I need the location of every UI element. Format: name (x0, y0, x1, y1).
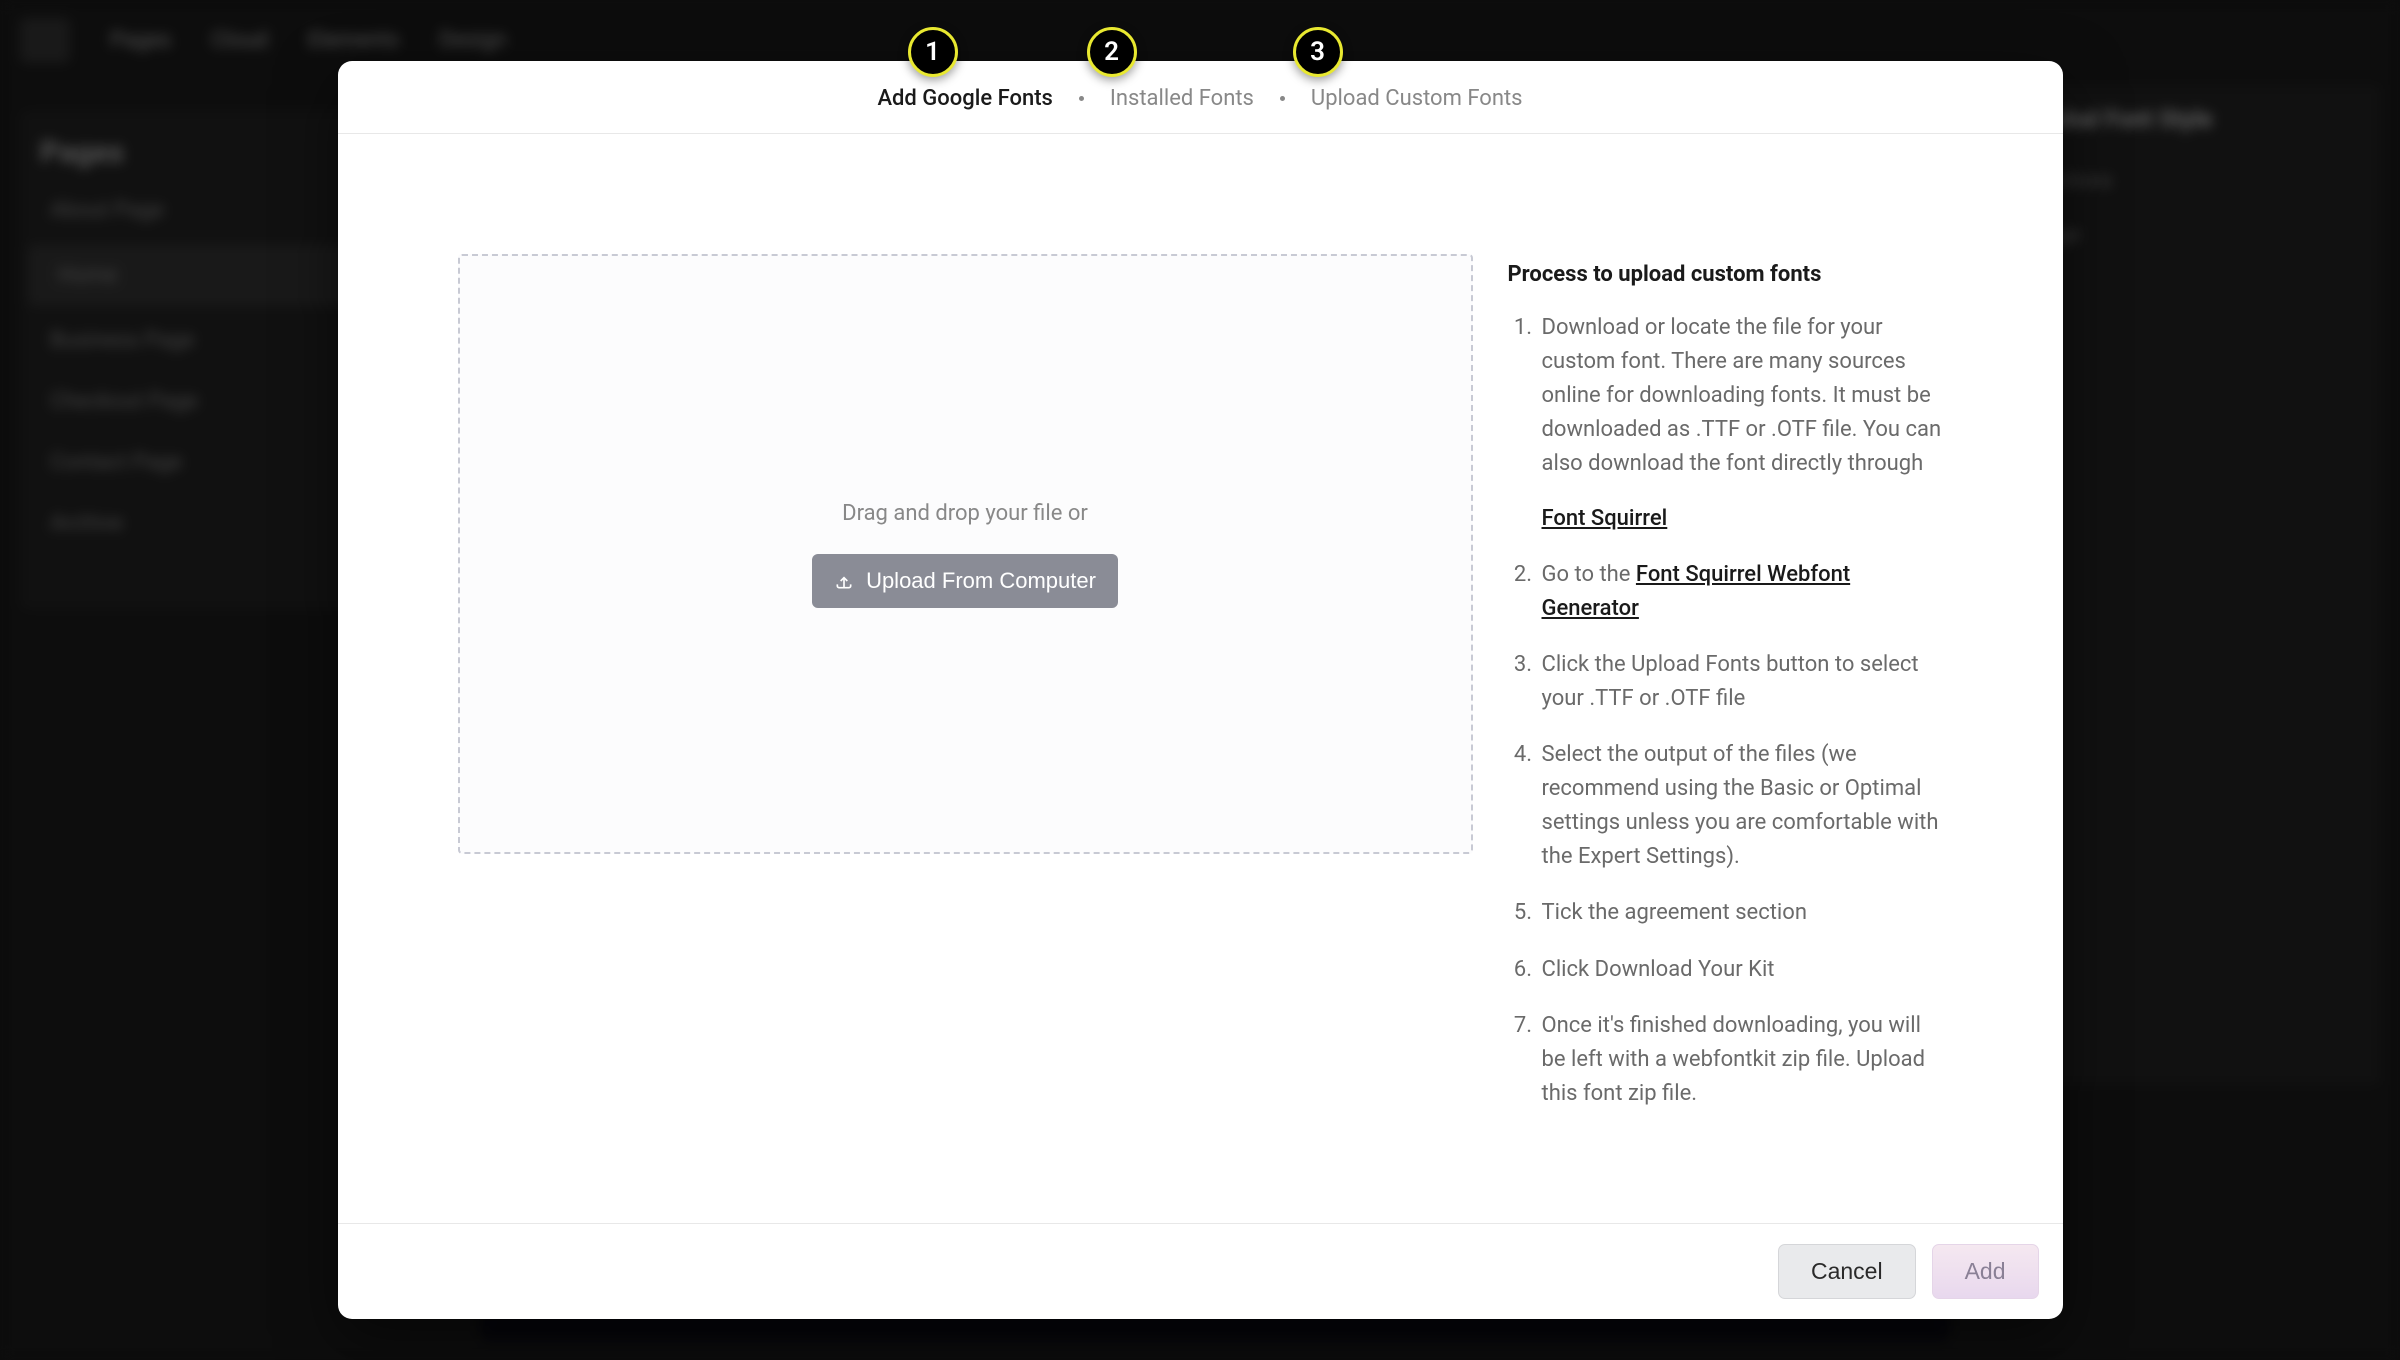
modal-overlay: 1 2 3 Add Google Fonts Installed Fonts U… (0, 0, 2400, 1360)
instruction-step-5: Tick the agreement section (1538, 896, 1943, 930)
tab-separator-dot (1079, 96, 1084, 101)
modal-footer: Cancel Add (338, 1223, 2063, 1319)
annotation-badge-2: 2 (1087, 27, 1137, 77)
upload-icon (834, 571, 854, 591)
instruction-step-3: Click the Upload Fonts button to select … (1538, 648, 1943, 716)
instruction-step-2: Go to the Font Squirrel Webfont Generato… (1538, 558, 1943, 626)
annotation-badge-3: 3 (1293, 27, 1343, 77)
add-button[interactable]: Add (1932, 1244, 2039, 1299)
instructions-title: Process to upload custom fonts (1508, 262, 1943, 287)
instruction-step-7: Once it's finished downloading, you will… (1538, 1009, 1943, 1111)
instruction-step-4: Select the output of the files (we recom… (1538, 738, 1943, 874)
font-dropzone[interactable]: Drag and drop your file or Upload From C… (458, 254, 1473, 854)
tab-separator-dot (1280, 96, 1285, 101)
dropzone-label: Drag and drop your file or (842, 501, 1088, 526)
instruction-step-1: Download or locate the file for your cus… (1538, 311, 1943, 536)
instruction-step-6: Click Download Your Kit (1538, 953, 1943, 987)
font-squirrel-link[interactable]: Font Squirrel (1542, 506, 1668, 531)
tab-upload-custom-fonts[interactable]: Upload Custom Fonts (1311, 86, 1523, 111)
instructions-panel: Process to upload custom fonts Download … (1508, 254, 1943, 1133)
modal-tabs: 1 2 3 Add Google Fonts Installed Fonts U… (338, 61, 2063, 134)
instructions-list: Download or locate the file for your cus… (1508, 311, 1943, 1111)
upload-button-label: Upload From Computer (866, 568, 1096, 594)
upload-from-computer-button[interactable]: Upload From Computer (812, 554, 1118, 608)
tab-add-google-fonts[interactable]: Add Google Fonts (877, 86, 1052, 111)
fonts-modal: 1 2 3 Add Google Fonts Installed Fonts U… (338, 61, 2063, 1319)
annotation-badge-1: 1 (908, 27, 958, 77)
tab-installed-fonts[interactable]: Installed Fonts (1110, 86, 1254, 111)
modal-body: Drag and drop your file or Upload From C… (338, 134, 2063, 1223)
cancel-button[interactable]: Cancel (1778, 1244, 1916, 1299)
